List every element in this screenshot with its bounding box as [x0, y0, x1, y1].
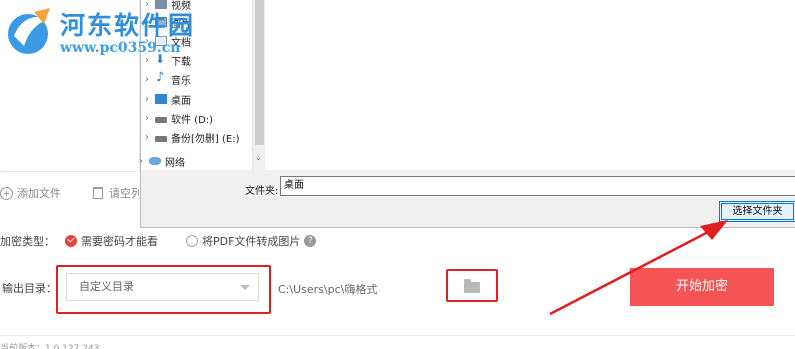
clear-list-label: 请空列: [109, 187, 142, 200]
music-icon: [155, 70, 167, 85]
chevron-right-icon[interactable]: ›: [135, 156, 147, 167]
tree-item-network[interactable]: › 网络: [135, 151, 246, 171]
folder-name-label: 文件夹:: [245, 186, 279, 197]
select-folder-button[interactable]: 选择文件夹: [719, 201, 795, 222]
tree-scrollbar[interactable]: ⌄: [252, 0, 265, 170]
version-text: 当前版本：1.0.127.243: [0, 344, 100, 349]
clear-list-button[interactable]: 请空列: [75, 185, 142, 201]
tree-item-desktop[interactable]: › 桌面: [141, 89, 252, 109]
drive-icon: [155, 136, 167, 142]
network-icon: [149, 157, 161, 165]
tree-item-drive-d[interactable]: › 软件 (D:): [141, 108, 252, 128]
tree-item-label: 软件 (D:): [171, 114, 214, 126]
chevron-right-icon[interactable]: ›: [141, 94, 153, 105]
password-radio-checked-icon[interactable]: [65, 235, 77, 247]
encryption-type-row: 加密类型： 需要密码才能看 将PDF文件转成图片 ?: [0, 233, 317, 249]
output-path-text: C:\Users\pc\嗨格式: [278, 283, 378, 296]
add-circle-icon: [0, 186, 13, 200]
chevron-right-icon[interactable]: ›: [141, 55, 153, 66]
start-encrypt-button[interactable]: 开始加密: [630, 268, 774, 306]
encryption-type-label: 加密类型：: [0, 235, 55, 248]
tree-item-label: 音乐: [171, 75, 191, 87]
select-folder-dialog: › 视频 › 图片 › 文档 › 下载 › 音乐 › 桌面: [139, 0, 795, 228]
annotation-box-output-select: [56, 265, 271, 314]
tree-item-label: 桌面: [171, 95, 191, 107]
tree-item-music[interactable]: › 音乐: [141, 69, 252, 89]
scroll-down-icon[interactable]: ⌄: [255, 153, 262, 162]
password-option-label[interactable]: 需要密码才能看: [81, 233, 158, 249]
pdf-to-image-radio-icon[interactable]: [186, 235, 198, 247]
tree-item-label: 备份[勿删] (E:): [171, 133, 240, 145]
desktop-icon: [155, 94, 167, 104]
tree-item-drive-e[interactable]: › 备份[勿删] (E:): [141, 127, 252, 147]
help-icon[interactable]: ?: [304, 235, 317, 247]
trash-icon: [93, 187, 103, 199]
annotation-box-folder-button: [446, 269, 498, 302]
watermark-url: www.pc0359.cn: [60, 40, 181, 56]
output-dir-label: 输出目录：: [2, 282, 57, 295]
chevron-right-icon[interactable]: ›: [141, 132, 153, 143]
drive-icon: [155, 117, 167, 123]
chevron-right-icon[interactable]: ›: [141, 74, 153, 85]
tree-scrollbar-thumb[interactable]: [255, 0, 264, 145]
add-file-label: 添加文件: [17, 187, 61, 200]
file-toolbar: 添加文件 请空列: [0, 184, 156, 202]
folder-name-input[interactable]: 桌面: [280, 176, 795, 196]
bottom-divider: [0, 335, 795, 336]
tree-item-label: 网络: [165, 157, 185, 169]
chevron-right-icon[interactable]: ›: [141, 113, 153, 124]
watermark-title: 河东软件园: [60, 11, 196, 40]
download-icon: [155, 52, 167, 66]
pdf-to-image-option-label[interactable]: 将PDF文件转成图片: [202, 233, 300, 249]
watermark-logo-icon: [8, 8, 50, 54]
folder-content-pane[interactable]: [265, 0, 795, 170]
add-file-button[interactable]: 添加文件: [0, 185, 61, 201]
